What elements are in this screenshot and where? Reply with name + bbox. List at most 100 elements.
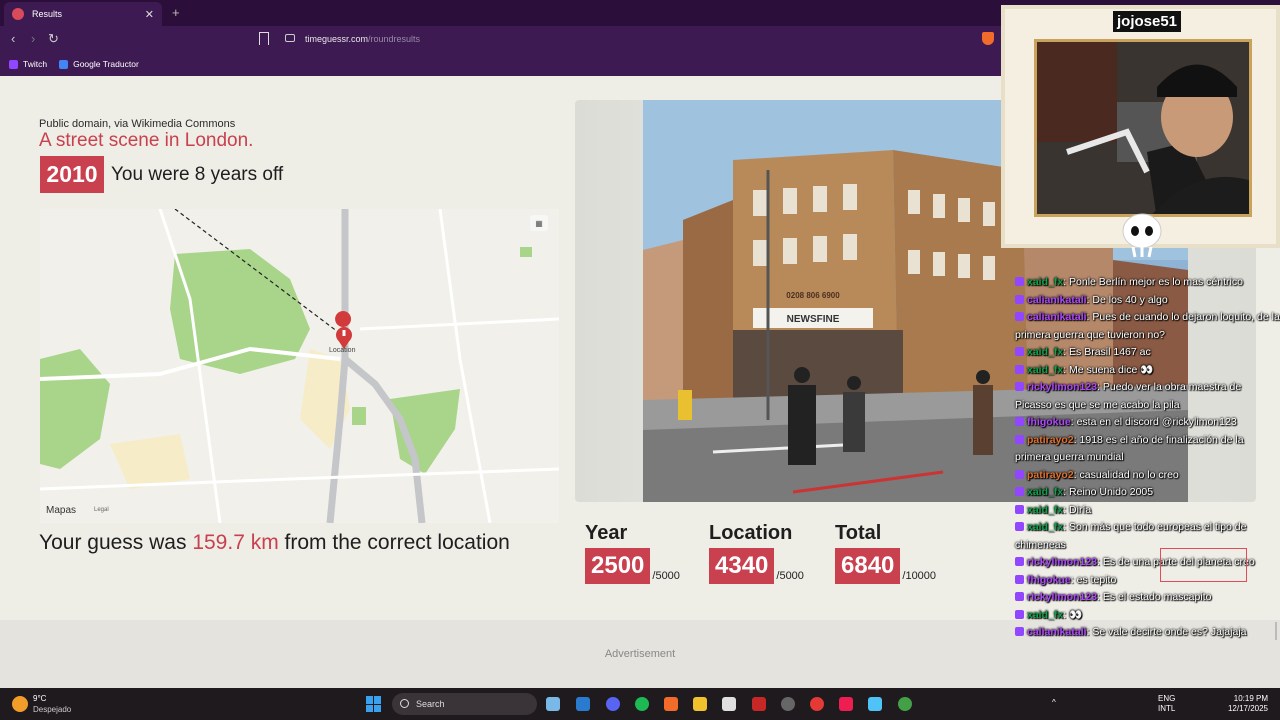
chat-username[interactable]: rickylimon123 <box>1027 591 1097 603</box>
chat-username[interactable]: xaid_fx <box>1027 521 1063 533</box>
new-tab-button[interactable]: + <box>172 5 180 20</box>
map-layers-button[interactable]: ▦ <box>530 215 548 231</box>
tiktok-icon[interactable] <box>839 697 853 711</box>
chat-text: esta en el discord @rickylimon123 <box>1076 416 1237 428</box>
chat-username[interactable]: xaid_fx <box>1027 276 1063 288</box>
apple-maps-logo: Mapas <box>46 505 76 516</box>
chat-username[interactable]: rickylimon123 <box>1027 556 1097 568</box>
chat-message: calianikatali: Pues de cuando lo dejaron… <box>1015 309 1280 344</box>
chat-username[interactable]: patirayo2 <box>1027 469 1074 481</box>
taskbar-search[interactable]: Search <box>392 693 537 715</box>
chat-username[interactable]: fhigokue <box>1027 416 1071 428</box>
mascot-icon <box>1122 213 1162 258</box>
chat-text: De los 40 y algo <box>1092 293 1168 306</box>
chat-message: xaid_fx: Reino Unido 2005 <box>1015 484 1280 502</box>
language-bottom: INTL <box>1158 704 1176 713</box>
result-map[interactable]: Location ▦ Mapas Legal <box>40 209 559 523</box>
twitch-badge-icon <box>1015 364 1024 374</box>
chat-username[interactable]: patirayo2 <box>1027 434 1074 446</box>
score-max: /10000 <box>902 570 937 582</box>
discord-icon[interactable] <box>606 697 620 711</box>
distance-suffix: from the correct location <box>278 531 510 554</box>
windows-start-icon[interactable] <box>366 696 382 712</box>
chat-text: Es Brasil 1467 ac <box>1069 346 1151 358</box>
brave-shield-icon[interactable] <box>982 32 994 45</box>
chat-text: Me suena dice 👀 <box>1069 363 1154 376</box>
app-icon[interactable] <box>722 697 736 711</box>
chat-username[interactable]: calianikatali <box>1027 311 1087 323</box>
brave-icon[interactable] <box>664 697 678 711</box>
tab-close-icon[interactable]: ✕ <box>145 8 154 21</box>
forward-button[interactable]: › <box>31 31 35 46</box>
tray-chevron-icon[interactable]: ^ <box>1052 698 1056 708</box>
chat-username[interactable]: xaid_fx <box>1027 346 1063 358</box>
twitch-badge-icon <box>1015 312 1024 321</box>
twitch-badge-icon <box>1015 522 1024 531</box>
map-marker-label: Location <box>329 347 356 354</box>
webcam-feed <box>1034 39 1252 217</box>
distance-prefix: Your guess was <box>39 531 193 554</box>
twitch-badge-icon <box>1015 609 1024 619</box>
score-label: Total <box>835 522 882 544</box>
chat-username[interactable]: xaid_fx <box>1027 364 1063 376</box>
bookmark-google-translate[interactable]: Google Traductor <box>59 59 139 69</box>
chat-message: calianikatali: Se vale decirte onde es? … <box>1015 624 1280 642</box>
twitch-badge-icon <box>1015 382 1024 391</box>
address-bar[interactable]: timeguessr.com/roundresults <box>305 34 420 44</box>
chat-message: fhigokue: esta en el discord @rickylimon… <box>1015 414 1280 432</box>
git-icon[interactable] <box>546 697 560 711</box>
url-path: /roundresults <box>368 34 421 44</box>
chat-text: es tepito <box>1076 573 1117 586</box>
bookmark-icon[interactable] <box>259 32 269 45</box>
chat-highlight-box <box>1160 548 1247 582</box>
chat-text: Ponle Berlín mejor es lo mas céntrico <box>1069 276 1243 288</box>
spotify-icon[interactable] <box>635 697 649 711</box>
twitch-icon <box>9 59 18 69</box>
weather-icon[interactable] <box>12 696 28 712</box>
chat-text: Se vale decirte onde es? Jajajaja <box>1092 626 1247 638</box>
chat-username[interactable]: xaid_fx <box>1027 504 1063 516</box>
chat-username[interactable]: rickylimon123 <box>1027 381 1097 393</box>
vscode-icon[interactable] <box>576 697 590 711</box>
recorder-icon[interactable] <box>752 697 766 711</box>
taskbar-clock[interactable]: 10:19 PM 12/17/2025 <box>1228 694 1268 714</box>
globe-icon[interactable] <box>898 697 912 711</box>
chat-text: Reino Unido 2005 <box>1069 486 1154 498</box>
twitch-badge-icon <box>1015 347 1024 356</box>
timeguessr-favicon-icon <box>12 8 24 20</box>
reload-button[interactable]: ↻ <box>48 31 59 47</box>
obs-icon[interactable] <box>810 697 824 711</box>
photo-description: A street scene in London. <box>39 130 254 151</box>
chat-scrollbar[interactable] <box>1275 622 1277 640</box>
chat-username[interactable]: calianikatali <box>1027 294 1087 306</box>
map-graphic <box>40 209 559 523</box>
chat-text: Es el estado mascapito <box>1102 591 1212 603</box>
bookmark-twitch[interactable]: Twitch <box>9 59 47 69</box>
chat-username[interactable]: fhigokue <box>1027 574 1071 586</box>
file-explorer-icon[interactable] <box>693 697 707 711</box>
twitch-badge-icon <box>1015 294 1024 304</box>
chat-username[interactable]: xaid_fx <box>1027 609 1063 621</box>
language-indicator[interactable]: ENG INTL <box>1158 694 1175 714</box>
score-max: /5000 <box>652 570 680 582</box>
tab-results[interactable]: Results ✕ <box>4 2 162 26</box>
steam-icon[interactable] <box>781 697 795 711</box>
bookmark-label: Twitch <box>23 59 48 69</box>
score-location: Location 4340 /5000 <box>709 522 804 584</box>
years-off-text: You were 8 years off <box>111 164 284 185</box>
map-brand-label: Mapas <box>46 505 77 516</box>
notepad-icon[interactable] <box>868 697 882 711</box>
score-year: Year 2500 /5000 <box>585 522 680 584</box>
site-settings-icon[interactable] <box>285 34 295 42</box>
chat-username[interactable]: xaid_fx <box>1027 486 1063 498</box>
map-legal-link[interactable]: Legal <box>94 507 109 513</box>
score-value: 4340 <box>709 548 775 584</box>
chat-text: 👀 <box>1069 608 1083 621</box>
score-label: Year <box>585 522 628 544</box>
chat-username[interactable]: calianikatali <box>1027 626 1087 638</box>
back-button[interactable]: ‹ <box>11 31 15 46</box>
score-total: Total 6840 /10000 <box>835 522 936 584</box>
chat-message: xaid_fx: Ponle Berlín mejor es lo mas cé… <box>1015 274 1280 292</box>
webcam-image <box>1037 42 1249 214</box>
chat-text: Diría <box>1069 503 1092 516</box>
